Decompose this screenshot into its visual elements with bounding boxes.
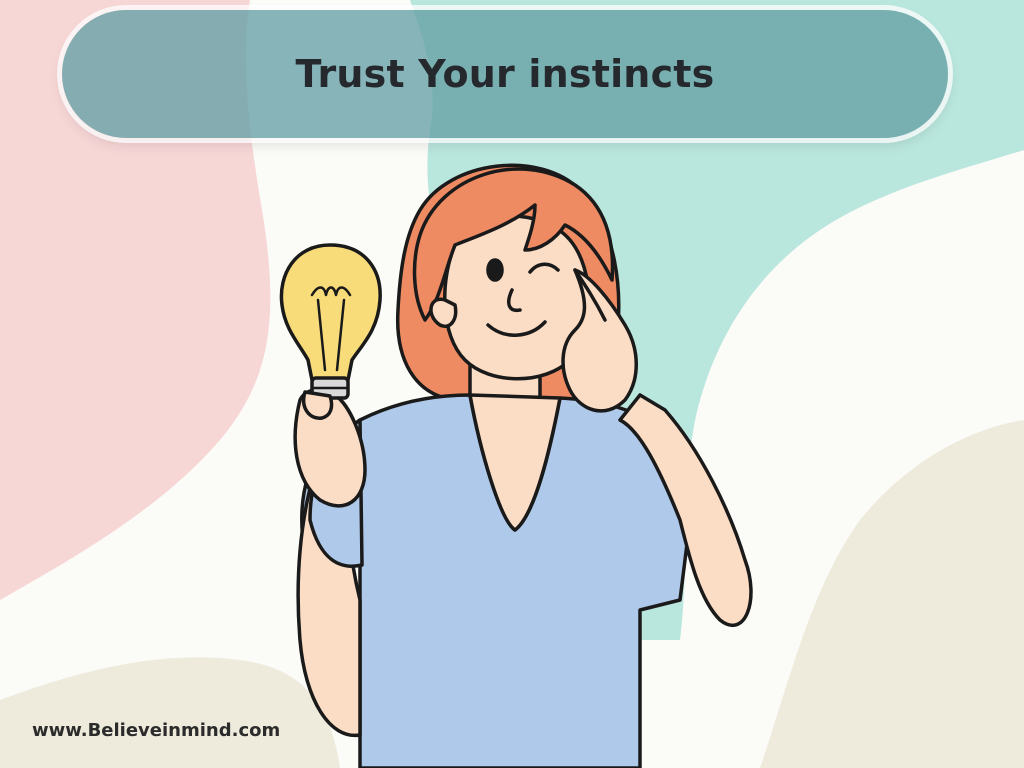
left-fingers <box>302 390 334 420</box>
canvas: Trust Your instincts www.Believeinmind.c… <box>0 0 1024 768</box>
ear <box>429 297 458 328</box>
left-eye <box>486 258 504 282</box>
banner-title: Trust Your instincts <box>295 52 715 96</box>
lightbulb <box>279 243 382 382</box>
watermark-text: www.Believeinmind.com <box>32 720 281 741</box>
title-banner: Trust Your instincts <box>62 10 948 138</box>
